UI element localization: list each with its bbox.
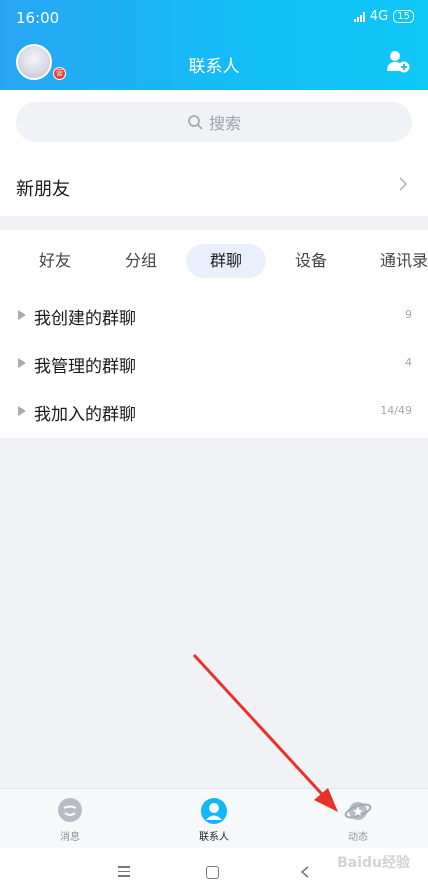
nav-label: 消息 xyxy=(60,832,80,843)
expand-arrow-icon xyxy=(18,406,26,416)
search-placeholder: 搜索 xyxy=(208,114,241,133)
back-icon[interactable] xyxy=(300,866,310,878)
tab-devices[interactable]: 设备 xyxy=(295,244,327,278)
expand-arrow-icon xyxy=(18,358,26,368)
search-icon xyxy=(188,115,203,130)
tab-address-book[interactable]: 通讯录 xyxy=(380,244,428,278)
nav-label: 动态 xyxy=(348,832,368,843)
new-friends-row[interactable]: 新朋友 xyxy=(0,156,428,216)
tab-friends[interactable]: 好友 xyxy=(39,244,71,278)
group-row-label: 我加入的群聊 xyxy=(34,405,136,425)
contacts-icon xyxy=(201,798,227,824)
battery-icon: 15 xyxy=(393,10,414,23)
home-icon[interactable] xyxy=(206,866,219,879)
bottom-navigation: 消息 联系人 动态 xyxy=(0,788,428,848)
group-row-label: 我管理的群聊 xyxy=(34,357,136,377)
contact-tabs: 好友 分组 群聊 设备 通讯录 xyxy=(0,244,428,278)
search-section: 搜索 xyxy=(0,90,428,156)
group-row-count: 14/49 xyxy=(380,404,412,417)
group-row-label: 我创建的群聊 xyxy=(34,309,136,329)
contacts-panel: 好友 分组 群聊 设备 通讯录 我创建的群聊 9 我管理的群聊 4 我加入的群聊… xyxy=(0,230,428,438)
nav-contacts[interactable]: 联系人 xyxy=(174,797,254,843)
signal-icon xyxy=(353,11,365,22)
group-row-created[interactable]: 我创建的群聊 9 xyxy=(0,292,428,340)
group-row-managed[interactable]: 我管理的群聊 4 xyxy=(0,340,428,388)
new-friends-label: 新朋友 xyxy=(16,179,70,200)
tab-group-chats[interactable]: 群聊 xyxy=(186,244,267,278)
status-icons: 4G 15 xyxy=(353,9,414,24)
expand-arrow-icon xyxy=(18,310,26,320)
nav-messages[interactable]: 消息 xyxy=(30,797,110,843)
page-title: 联系人 xyxy=(188,57,240,77)
message-icon xyxy=(58,798,82,822)
menu-icon[interactable] xyxy=(118,866,130,880)
planet-icon xyxy=(344,802,372,820)
nav-label: 联系人 xyxy=(199,832,229,843)
network-type: 4G xyxy=(369,9,389,24)
tab-groups[interactable]: 分组 xyxy=(125,244,157,278)
nav-moments[interactable]: 动态 xyxy=(318,797,398,843)
add-user-icon[interactable] xyxy=(386,49,410,73)
search-input[interactable]: 搜索 xyxy=(16,102,412,142)
watermark-logo: Baidu经验 xyxy=(337,855,410,871)
header-bar: 16:00 4G 15 营 联系人 xyxy=(0,0,428,90)
chevron-right-icon xyxy=(399,177,408,191)
group-row-joined[interactable]: 我加入的群聊 14/49 xyxy=(0,388,428,436)
status-time: 16:00 xyxy=(16,9,60,27)
group-row-count: 9 xyxy=(405,308,412,321)
group-row-count: 4 xyxy=(405,356,412,369)
